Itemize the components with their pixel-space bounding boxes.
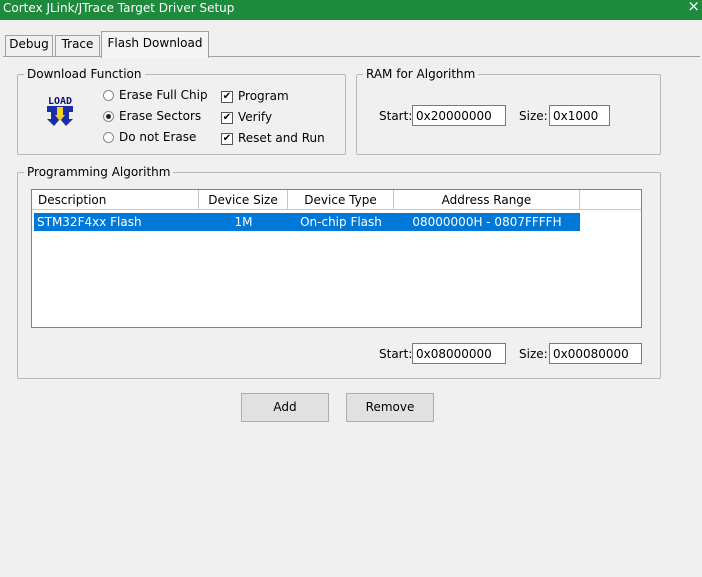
tab-flash-download[interactable]: Flash Download — [101, 31, 209, 58]
row-device-size: 1M — [234, 215, 253, 229]
column-header-description[interactable]: Description — [32, 190, 199, 210]
column-header-device-type[interactable]: Device Type — [288, 190, 394, 210]
tab-debug[interactable]: Debug — [5, 35, 53, 57]
algorithm-list[interactable]: Description Device Size Device Type Addr… — [31, 189, 642, 328]
window-title: Cortex JLink/JTrace Target Driver Setup — [3, 1, 235, 15]
column-header-device-size[interactable]: Device Size — [199, 190, 288, 210]
reset-and-run-label[interactable]: Reset and Run — [238, 131, 325, 145]
download-function-title: Download Function — [24, 66, 145, 82]
reset-and-run-checkbox[interactable]: ✔ — [221, 133, 233, 145]
verify-label[interactable]: Verify — [238, 110, 272, 124]
programming-algorithm-title: Programming Algorithm — [24, 164, 174, 180]
ram-algorithm-title: RAM for Algorithm — [363, 66, 479, 82]
erase-sectors-label[interactable]: Erase Sectors — [119, 109, 201, 123]
do-not-erase-label[interactable]: Do not Erase — [119, 130, 196, 144]
title-bar: Cortex JLink/JTrace Target Driver Setup … — [0, 0, 702, 20]
row-address-range: 08000000H - 0807FFFFH — [412, 215, 562, 229]
tab-trace-label: Trace — [61, 37, 94, 51]
program-checkbox[interactable]: ✔ — [221, 91, 233, 103]
algorithm-size-input[interactable]: 0x00080000 — [549, 343, 642, 364]
do-not-erase-radio[interactable] — [103, 132, 114, 143]
ram-size-input[interactable]: 0x1000 — [549, 105, 610, 126]
verify-checkbox[interactable]: ✔ — [221, 112, 233, 124]
row-description: STM32F4xx Flash — [37, 215, 142, 229]
load-icon-label: LOAD — [48, 96, 72, 107]
remove-button[interactable]: Remove — [346, 393, 434, 422]
column-header-filler — [580, 190, 641, 210]
close-icon[interactable]: × — [687, 0, 700, 14]
algorithm-start-input[interactable]: 0x08000000 — [412, 343, 506, 364]
erase-sectors-radio[interactable] — [103, 111, 114, 122]
program-label[interactable]: Program — [238, 89, 289, 103]
table-row[interactable]: STM32F4xx Flash 1M On-chip Flash 0800000… — [34, 213, 580, 231]
erase-full-chip-label[interactable]: Erase Full Chip — [119, 88, 208, 102]
tab-flash-download-label: Flash Download — [107, 36, 203, 50]
algorithm-size-label: Size: — [519, 347, 548, 361]
tab-trace[interactable]: Trace — [55, 35, 100, 57]
ram-start-input[interactable]: 0x20000000 — [412, 105, 506, 126]
column-header-address-range[interactable]: Address Range — [394, 190, 580, 210]
row-device-type: On-chip Flash — [300, 215, 382, 229]
algorithm-start-label: Start: — [379, 347, 413, 361]
ram-start-label: Start: — [379, 109, 413, 123]
ram-size-label: Size: — [519, 109, 548, 123]
add-button[interactable]: Add — [241, 393, 329, 422]
erase-full-chip-radio[interactable] — [103, 90, 114, 101]
tab-debug-label: Debug — [9, 37, 49, 51]
load-icon: LOAD — [44, 95, 76, 126]
